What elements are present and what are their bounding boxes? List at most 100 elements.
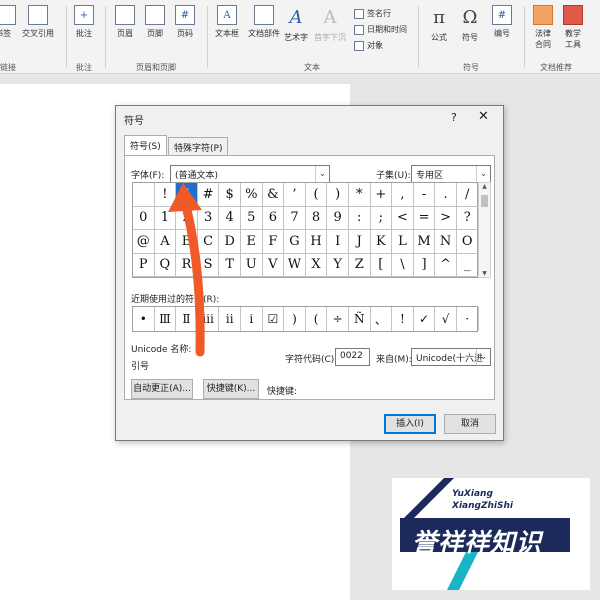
equation-button[interactable]: π 公式 — [428, 5, 450, 55]
recent-symbol-cell[interactable]: ⅱ — [219, 307, 241, 331]
recent-symbol-cell[interactable]: 、 — [371, 307, 393, 331]
symbol-cell[interactable]: ! — [154, 183, 177, 207]
symbol-cell[interactable]: E — [240, 230, 263, 254]
symbol-cell[interactable]: G — [284, 230, 306, 254]
autocorrect-button[interactable]: 自动更正(A)... — [131, 379, 193, 399]
symbol-cell[interactable]: N — [435, 230, 457, 254]
symbol-cell[interactable]: 6 — [262, 206, 285, 230]
symbol-cell[interactable]: Q — [154, 253, 177, 277]
symbol-cell[interactable]: T — [219, 253, 241, 277]
symbol-cell[interactable]: 1 — [154, 206, 177, 230]
symbol-cell[interactable]: - — [413, 183, 436, 207]
dropcap-button[interactable]: A 首字下沉 — [314, 5, 346, 55]
tab-symbols[interactable]: 符号(S) — [124, 135, 167, 156]
symbol-cell[interactable]: W — [284, 253, 306, 277]
symbol-cell[interactable]: 9 — [327, 206, 349, 230]
scrollbar-thumb[interactable] — [481, 195, 488, 207]
symbol-cell[interactable]: * — [348, 183, 371, 207]
symbol-cell[interactable]: D — [219, 230, 241, 254]
symbol-cell[interactable]: $ — [219, 183, 241, 207]
recent-symbol-cell[interactable]: Ñ — [349, 307, 371, 331]
recent-symbol-cell[interactable]: ( — [306, 307, 328, 331]
symbol-cell[interactable]: ’ — [284, 183, 306, 207]
symbol-cell[interactable]: % — [240, 183, 263, 207]
symbol-cell[interactable]: L — [392, 230, 414, 254]
symbol-cell[interactable]: ^ — [435, 253, 457, 277]
footer-button[interactable]: 页脚 — [145, 5, 165, 55]
symbol-cell[interactable]: ( — [305, 183, 328, 207]
symbol-cell[interactable]: P — [133, 253, 155, 277]
legal-contract-button[interactable]: 法律合同 — [533, 5, 553, 55]
symbol-cell[interactable]: F — [262, 230, 285, 254]
recent-symbol-cell[interactable]: · — [457, 307, 479, 331]
help-button[interactable]: ? — [451, 111, 457, 124]
symbol-cell[interactable]: 5 — [240, 206, 263, 230]
cross-reference-button[interactable]: 交叉引用 — [22, 5, 54, 55]
symbol-cell[interactable]: ? — [456, 206, 479, 230]
bookmark-button[interactable]: 书签 — [0, 5, 16, 55]
symbol-cell[interactable]: ) — [327, 183, 349, 207]
recent-symbol-cell[interactable]: • — [133, 307, 155, 331]
quick-parts-button[interactable]: 文档部件 — [248, 5, 280, 55]
symbol-cell[interactable]: B — [176, 230, 198, 254]
recent-symbol-cell[interactable]: ! — [392, 307, 414, 331]
symbol-cell[interactable]: . — [435, 183, 457, 207]
symbol-cell[interactable]: 2 — [176, 206, 198, 230]
symbol-cell[interactable]: [ — [370, 253, 393, 277]
symbol-cell[interactable]: K — [370, 230, 393, 254]
teaching-tools-button[interactable]: 教学工具 — [563, 5, 583, 55]
symbol-cell[interactable]: = — [413, 206, 436, 230]
symbol-cell[interactable]: R — [176, 253, 198, 277]
symbol-cell[interactable]: 4 — [219, 206, 241, 230]
font-select[interactable]: (普通文本) ⌄ — [170, 165, 330, 183]
comment-button[interactable]: + 批注 — [74, 5, 94, 55]
tab-special-characters[interactable]: 特殊字符(P) — [168, 137, 229, 155]
symbol-cell[interactable]: 0 — [133, 206, 155, 230]
recent-symbol-cell[interactable]: Ⅲ — [155, 307, 177, 331]
recent-symbol-cell[interactable]: ) — [284, 307, 306, 331]
symbol-cell[interactable]: 8 — [305, 206, 328, 230]
symbol-cell[interactable]: / — [456, 183, 479, 207]
symbol-cell[interactable]: I — [327, 230, 349, 254]
symbol-cell-selected[interactable]: " — [176, 183, 198, 207]
page-number-button[interactable]: # 页码 — [175, 5, 195, 55]
symbol-cell[interactable]: 3 — [197, 206, 220, 230]
close-icon[interactable]: ✕ — [478, 109, 489, 124]
shortcut-key-button[interactable]: 快捷键(K)... — [203, 379, 259, 399]
symbol-cell[interactable]: J — [348, 230, 371, 254]
scroll-up-icon[interactable]: ▲ — [479, 183, 490, 190]
symbol-cell[interactable]: _ — [456, 253, 479, 277]
recent-symbol-cell[interactable]: Ⅱ — [176, 307, 198, 331]
symbol-cell[interactable]: , — [392, 183, 414, 207]
textbox-button[interactable]: A 文本框 — [215, 5, 239, 55]
symbol-cell[interactable]: M — [413, 230, 436, 254]
symbol-cell[interactable]: A — [154, 230, 177, 254]
symbol-cell[interactable] — [133, 183, 155, 207]
symbol-cell[interactable]: U — [240, 253, 263, 277]
symbol-cell[interactable]: Y — [327, 253, 349, 277]
symbol-cell[interactable]: + — [370, 183, 393, 207]
symbol-cell[interactable]: C — [197, 230, 220, 254]
recent-symbol-cell[interactable]: ☑ — [263, 307, 285, 331]
symbol-cell[interactable]: & — [262, 183, 285, 207]
cancel-button[interactable]: 取消 — [444, 414, 496, 434]
numbering-button[interactable]: # 编号 — [492, 5, 512, 55]
symbol-cell[interactable]: H — [305, 230, 328, 254]
symbol-cell[interactable]: # — [197, 183, 220, 207]
signature-line-button[interactable]: 签名行 — [354, 8, 391, 19]
subset-select[interactable]: 专用区 ⌄ — [411, 165, 491, 183]
recent-symbol-cell[interactable]: ⅲ — [198, 307, 220, 331]
date-time-button[interactable]: 日期和时间 — [354, 24, 407, 35]
scroll-down-icon[interactable]: ▼ — [479, 270, 490, 277]
symbol-cell[interactable]: > — [435, 206, 457, 230]
symbol-cell[interactable]: S — [197, 253, 220, 277]
symbol-cell[interactable]: @ — [133, 230, 155, 254]
symbol-cell[interactable]: ] — [413, 253, 436, 277]
symbol-button[interactable]: Ω 符号 — [459, 5, 481, 55]
recent-symbol-cell[interactable]: i — [241, 307, 263, 331]
header-button[interactable]: 页眉 — [115, 5, 135, 55]
object-button[interactable]: 对象 — [354, 40, 383, 51]
recent-symbol-cell[interactable]: √ — [435, 307, 457, 331]
recent-symbol-cell[interactable]: ✓ — [414, 307, 436, 331]
char-code-input[interactable]: 0022 — [335, 348, 370, 366]
